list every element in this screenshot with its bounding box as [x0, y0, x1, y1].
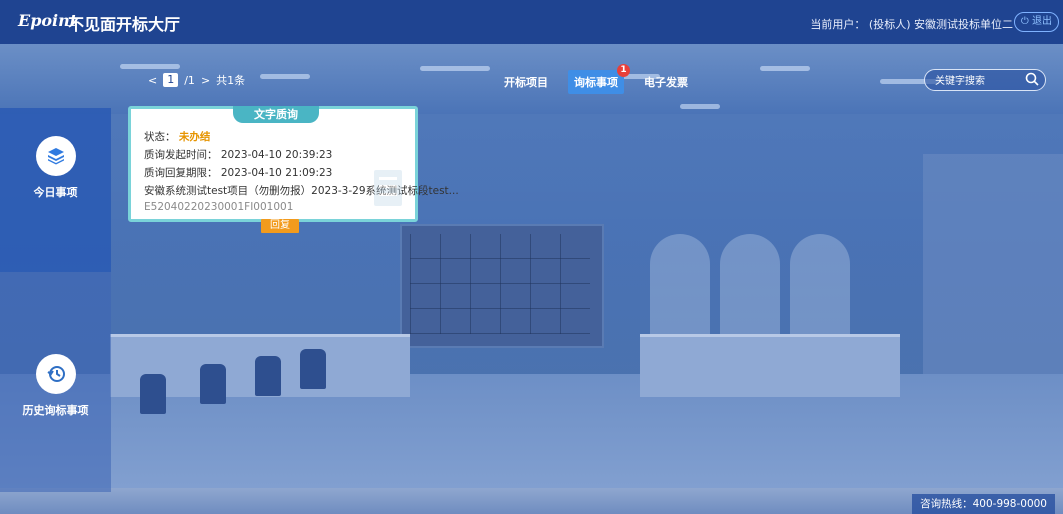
app-title: 不见面开标大厅 — [68, 15, 181, 34]
project-name: 安徽系统测试test项目（勿删勿报）2023-3-29系统测试标段test... — [144, 185, 459, 197]
inquiry-card[interactable]: 文字质询 状态： 未办结 质询发起时间： 2023-04-10 20:39:23… — [128, 106, 459, 233]
tab-label: 开标项目 — [504, 76, 548, 89]
sidebar-item-label: 历史询标事项 — [22, 404, 89, 417]
deadline-row: 质询回复期限： 2023-04-10 21:09:23 — [144, 165, 332, 180]
tab-e-invoice[interactable]: 电子发票 — [638, 70, 694, 94]
logout-label: 退出 — [1032, 16, 1052, 27]
tab-label: 电子发票 — [644, 76, 688, 89]
top-bar: Epoint 不见面开标大厅 当前用户： (投标人) 安徽测试投标单位二 ⏻ 退… — [0, 0, 1063, 44]
search-icon[interactable] — [1025, 72, 1039, 89]
sidebar-item-today[interactable]: 今日事项 — [0, 108, 111, 272]
tab-inquiry-items[interactable]: 询标事项 1 — [568, 64, 630, 94]
sent-time-row: 质询发起时间： 2023-04-10 20:39:23 — [144, 147, 332, 162]
status-value: 未办结 — [178, 131, 211, 143]
status-label: 状态： — [144, 131, 176, 143]
prev-page-icon[interactable]: < — [148, 74, 157, 87]
tab-bar: 开标项目 询标事项 1 电子发票 — [498, 64, 694, 94]
hotline-text: 咨询热线：400-998-0000 — [912, 494, 1055, 514]
record-count: 共1条 — [216, 74, 246, 87]
layers-icon — [35, 136, 76, 176]
history-icon — [35, 354, 76, 394]
user-name: 安徽测试投标单位二 — [914, 18, 1013, 31]
sidebar-item-history[interactable]: 历史询标事项 — [0, 354, 111, 444]
sent-time-label: 质询发起时间： — [144, 149, 218, 161]
user-label: 当前用户： — [810, 18, 866, 31]
current-user-info: 当前用户： (投标人) 安徽测试投标单位二 — [810, 16, 1013, 32]
search-box — [924, 69, 1046, 91]
left-sidebar: 今日事项 历史询标事项 — [0, 108, 111, 492]
card-title: 文字质询 — [233, 106, 319, 123]
total-pages: /1 — [184, 73, 195, 87]
search-input[interactable] — [933, 72, 1023, 90]
sent-time-value: 2023-04-10 20:39:23 — [220, 149, 333, 161]
document-icon — [374, 170, 402, 206]
user-role: (投标人) — [868, 18, 911, 31]
tab-opening-projects[interactable]: 开标项目 — [498, 70, 554, 94]
status-row: 状态： 未办结 — [144, 129, 210, 144]
deadline-value: 2023-04-10 21:09:23 — [220, 167, 333, 179]
tab-label: 询标事项 — [574, 76, 618, 89]
project-code: E52040220230001FI001001 — [144, 201, 294, 213]
pager: < 1 /1 > 共1条 — [148, 72, 245, 88]
deadline-label: 质询回复期限： — [144, 167, 218, 179]
current-page[interactable]: 1 — [163, 73, 179, 87]
notification-badge: 1 — [617, 64, 630, 77]
next-page-icon[interactable]: > — [201, 74, 210, 87]
reply-button[interactable]: 回复 — [261, 219, 299, 233]
logout-button[interactable]: ⏻ 退出 — [1013, 12, 1059, 32]
power-icon: ⏻ — [1020, 16, 1029, 27]
sidebar-item-label: 今日事项 — [33, 186, 78, 199]
